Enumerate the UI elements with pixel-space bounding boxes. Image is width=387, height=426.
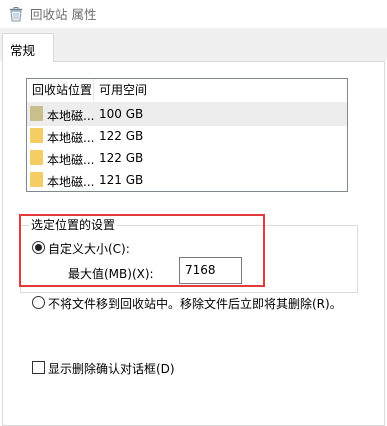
drive-name: 本地磁... [47,131,95,145]
list-item[interactable]: 本地磁... 122 GB [27,146,347,170]
column-header-location[interactable]: 回收站位置 [27,79,94,101]
list-item[interactable]: 本地磁... 100 GB [27,102,347,126]
no-recycle-radio[interactable] [32,296,45,309]
window-title: 回收站 属性 [30,7,97,22]
drive-name: 本地磁... [47,109,95,123]
tab-general-label: 常规 [10,43,36,58]
list-header: 回收站位置 可用空间 [27,79,347,101]
no-recycle-label[interactable]: 不将文件移到回收站中。移除文件后立即将其删除(R)。 [48,295,342,312]
recycle-bin-icon [8,6,24,22]
title-bar: 回收站 属性 [0,0,387,28]
list-item[interactable]: 本地磁... 122 GB [27,124,347,148]
column-header-free-space[interactable]: 可用空间 [94,79,194,101]
tab-strip [0,28,387,61]
folder-icon [30,128,43,143]
list-item[interactable]: 本地磁... 121 GB [27,168,347,192]
drive-name: 本地磁... [47,153,95,167]
drive-free-space: 122 GB [99,129,144,143]
highlight-frame [19,214,265,287]
tab-general[interactable]: 常规 [2,33,54,62]
folder-icon [30,172,43,187]
drive-free-space: 122 GB [99,151,144,165]
drive-name: 本地磁... [47,175,95,189]
drive-free-space: 100 GB [99,107,144,121]
folder-icon [30,106,43,121]
confirm-delete-checkbox[interactable] [32,361,45,374]
recycle-locations-list[interactable]: 回收站位置 可用空间 本地磁... 100 GB 本地磁... 122 GB 本… [26,78,348,192]
drive-free-space: 121 GB [99,173,144,187]
folder-icon [30,150,43,165]
confirm-delete-label[interactable]: 显示删除确认对话框(D) [48,360,175,377]
